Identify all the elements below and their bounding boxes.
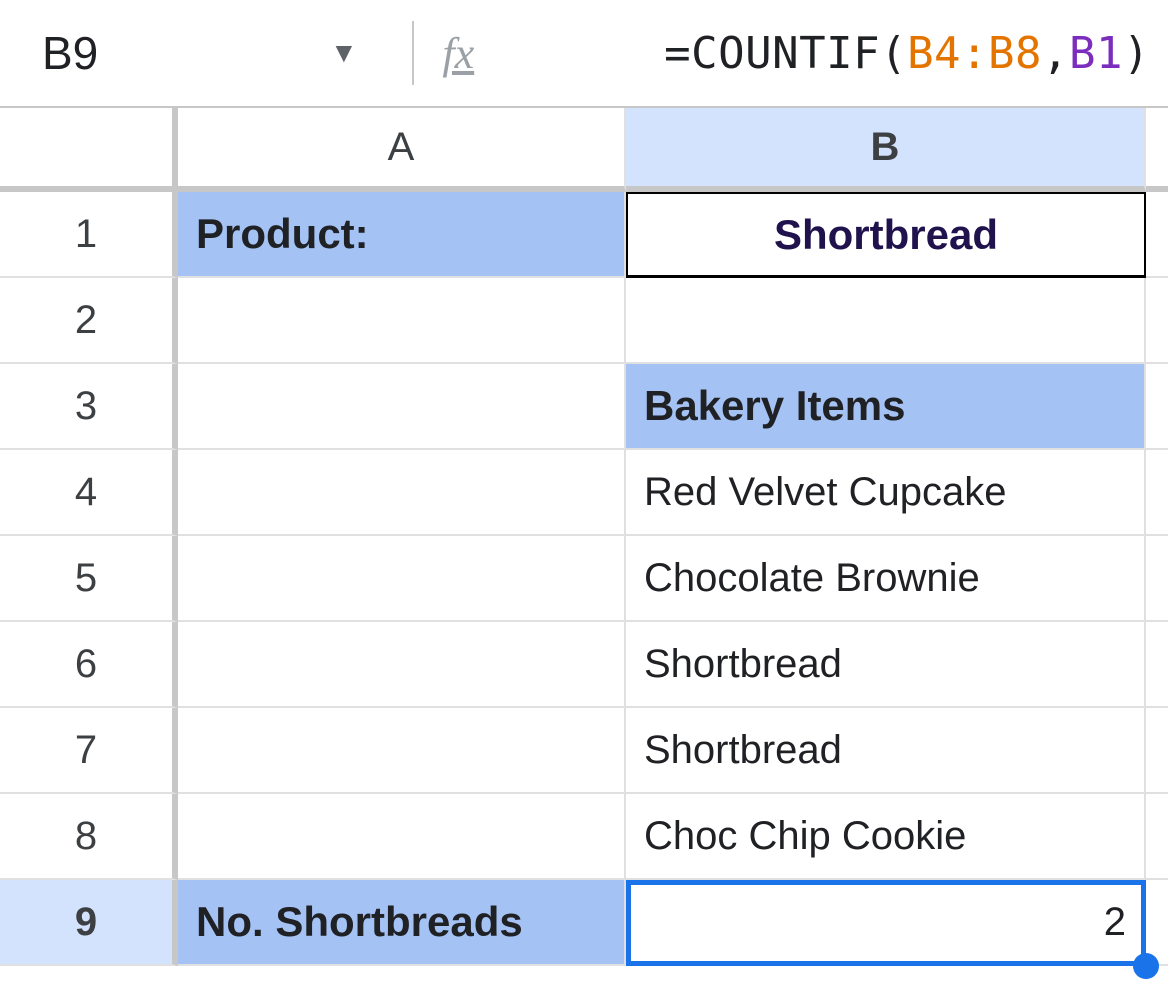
cell-A6[interactable]: [178, 622, 626, 708]
cell-overflow-5[interactable]: [1146, 536, 1168, 622]
cell-A1[interactable]: Product:: [178, 192, 626, 278]
row-header-5[interactable]: 5: [0, 536, 178, 622]
formula-bar: ▼ fx =COUNTIF(B4:B8,B1): [0, 0, 1168, 106]
formula-comma: ,: [1042, 28, 1069, 79]
cell-A4[interactable]: [178, 450, 626, 536]
spreadsheet-app: ▼ fx =COUNTIF(B4:B8,B1) A B 1 Product: S…: [0, 0, 1168, 986]
cell-B7[interactable]: Shortbread: [626, 708, 1146, 794]
formula-eq: =: [664, 28, 691, 79]
cell-overflow-1[interactable]: [1146, 192, 1168, 278]
formula-ref: B1: [1069, 28, 1123, 79]
cell-overflow-8[interactable]: [1146, 794, 1168, 880]
col-header-B[interactable]: B: [626, 108, 1146, 192]
cell-overflow-3[interactable]: [1146, 364, 1168, 450]
row-header-8[interactable]: 8: [0, 794, 178, 880]
row-header-3[interactable]: 3: [0, 364, 178, 450]
col-header-A[interactable]: A: [178, 108, 626, 192]
formula-func: COUNTIF: [691, 28, 880, 79]
cell-B4[interactable]: Red Velvet Cupcake: [626, 450, 1146, 536]
cell-B9[interactable]: 2: [626, 880, 1146, 966]
cell-A2[interactable]: [178, 278, 626, 364]
cell-A5[interactable]: [178, 536, 626, 622]
fx-icon[interactable]: fx: [442, 28, 474, 79]
cell-overflow-4[interactable]: [1146, 450, 1168, 536]
formula-range: B4:B8: [907, 28, 1042, 79]
cell-B6[interactable]: Shortbread: [626, 622, 1146, 708]
row-header-6[interactable]: 6: [0, 622, 178, 708]
cell-overflow-2[interactable]: [1146, 278, 1168, 364]
formula-close: ): [1123, 28, 1150, 79]
selection-fill-handle[interactable]: [1133, 953, 1159, 979]
formula-bar-divider: [412, 21, 414, 85]
cell-B2[interactable]: [626, 278, 1146, 364]
formula-open: (: [880, 28, 907, 79]
row-header-4[interactable]: 4: [0, 450, 178, 536]
spreadsheet-grid: A B 1 Product: Shortbread 2 3 Bakery Ite…: [0, 106, 1168, 966]
cell-A7[interactable]: [178, 708, 626, 794]
cell-B5[interactable]: Chocolate Brownie: [626, 536, 1146, 622]
row-header-7[interactable]: 7: [0, 708, 178, 794]
row-header-2[interactable]: 2: [0, 278, 178, 364]
cell-A9[interactable]: No. Shortbreads: [178, 880, 626, 966]
row-header-9[interactable]: 9: [0, 880, 178, 966]
cell-overflow-6[interactable]: [1146, 622, 1168, 708]
cell-A8[interactable]: [178, 794, 626, 880]
cell-A3[interactable]: [178, 364, 626, 450]
name-box[interactable]: [40, 25, 320, 81]
cell-B3[interactable]: Bakery Items: [626, 364, 1146, 450]
cell-B1[interactable]: Shortbread: [626, 192, 1146, 278]
row-header-1[interactable]: 1: [0, 192, 178, 278]
select-all-corner[interactable]: [0, 108, 178, 192]
name-box-wrap: ▼: [40, 25, 402, 81]
name-box-dropdown-icon[interactable]: ▼: [320, 27, 368, 79]
col-header-overflow: [1146, 108, 1168, 192]
cell-overflow-7[interactable]: [1146, 708, 1168, 794]
cell-B8[interactable]: Choc Chip Cookie: [626, 794, 1146, 880]
